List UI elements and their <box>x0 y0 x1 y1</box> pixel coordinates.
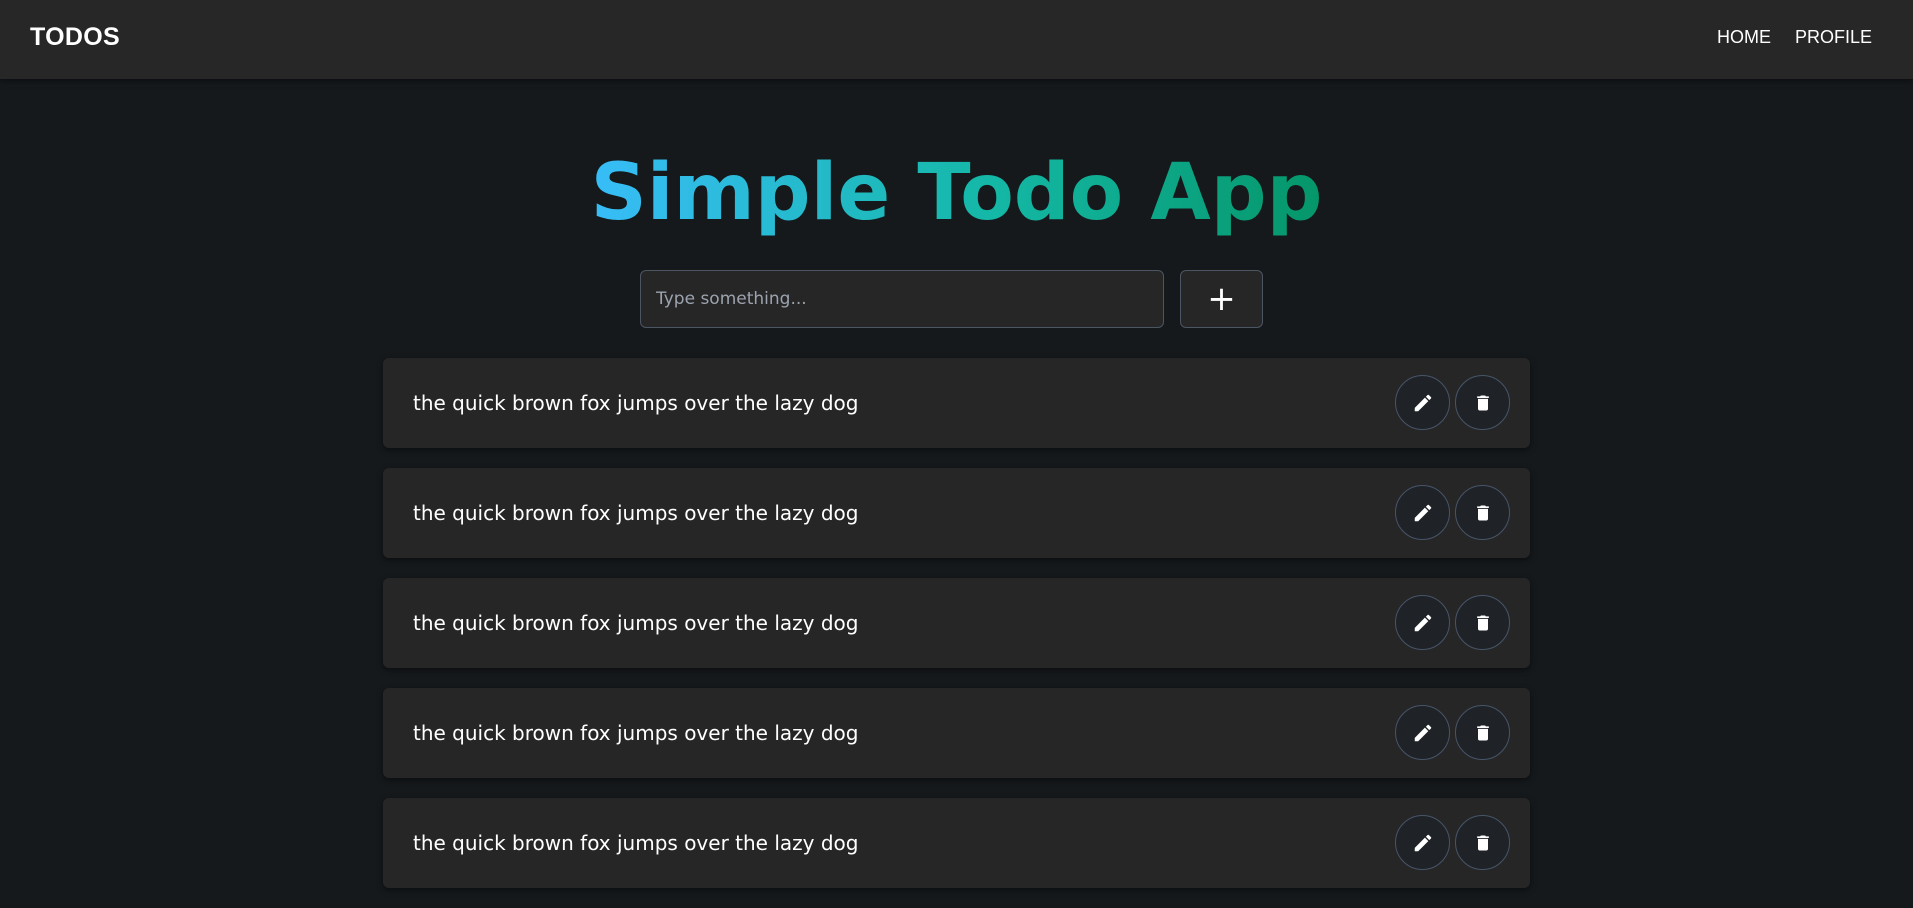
nav-links: HOME PROFILE <box>1717 0 1872 75</box>
edit-todo-button[interactable] <box>1395 595 1450 650</box>
todo-text: the quick brown fox jumps over the lazy … <box>413 831 859 855</box>
todo-actions <box>1395 705 1510 760</box>
navbar: TODOS HOME PROFILE <box>0 0 1913 79</box>
todo-actions <box>1395 485 1510 540</box>
todo-text: the quick brown fox jumps over the lazy … <box>413 721 859 745</box>
page-title: Simple Todo App <box>0 143 1913 243</box>
delete-todo-button[interactable] <box>1455 595 1510 650</box>
pencil-icon <box>1414 834 1431 851</box>
edit-todo-button[interactable] <box>1395 375 1450 430</box>
edit-todo-button[interactable] <box>1395 705 1450 760</box>
todo-actions <box>1395 815 1510 870</box>
delete-todo-button[interactable] <box>1455 485 1510 540</box>
trash-icon <box>1476 725 1489 740</box>
delete-todo-button[interactable] <box>1455 375 1510 430</box>
todo-text: the quick brown fox jumps over the lazy … <box>413 501 859 525</box>
delete-todo-button[interactable] <box>1455 705 1510 760</box>
page-title-text: Simple Todo App <box>590 148 1323 238</box>
todo-text: the quick brown fox jumps over the lazy … <box>413 391 859 415</box>
todo-item: the quick brown fox jumps over the lazy … <box>383 578 1530 668</box>
pencil-icon <box>1414 724 1431 741</box>
todo-text: the quick brown fox jumps over the lazy … <box>413 611 859 635</box>
brand-logo[interactable]: TODOS <box>30 0 120 75</box>
pencil-icon <box>1414 394 1431 411</box>
edit-todo-button[interactable] <box>1395 485 1450 540</box>
todo-actions <box>1395 375 1510 430</box>
todo-input[interactable] <box>640 270 1164 328</box>
add-todo-button[interactable]: + <box>1180 270 1263 328</box>
todo-actions <box>1395 595 1510 650</box>
pencil-icon <box>1414 614 1431 631</box>
todo-item: the quick brown fox jumps over the lazy … <box>383 358 1530 448</box>
trash-icon <box>1476 835 1489 850</box>
edit-todo-button[interactable] <box>1395 815 1450 870</box>
pencil-icon <box>1414 504 1431 521</box>
todo-item: the quick brown fox jumps over the lazy … <box>383 688 1530 778</box>
nav-link-profile[interactable]: PROFILE <box>1795 27 1872 48</box>
todo-item: the quick brown fox jumps over the lazy … <box>383 468 1530 558</box>
nav-link-home[interactable]: HOME <box>1717 27 1771 48</box>
todo-item: the quick brown fox jumps over the lazy … <box>383 798 1530 888</box>
trash-icon <box>1476 615 1489 630</box>
todo-list: the quick brown fox jumps over the lazy … <box>383 358 1530 908</box>
trash-icon <box>1476 395 1489 410</box>
delete-todo-button[interactable] <box>1455 815 1510 870</box>
trash-icon <box>1476 505 1489 520</box>
